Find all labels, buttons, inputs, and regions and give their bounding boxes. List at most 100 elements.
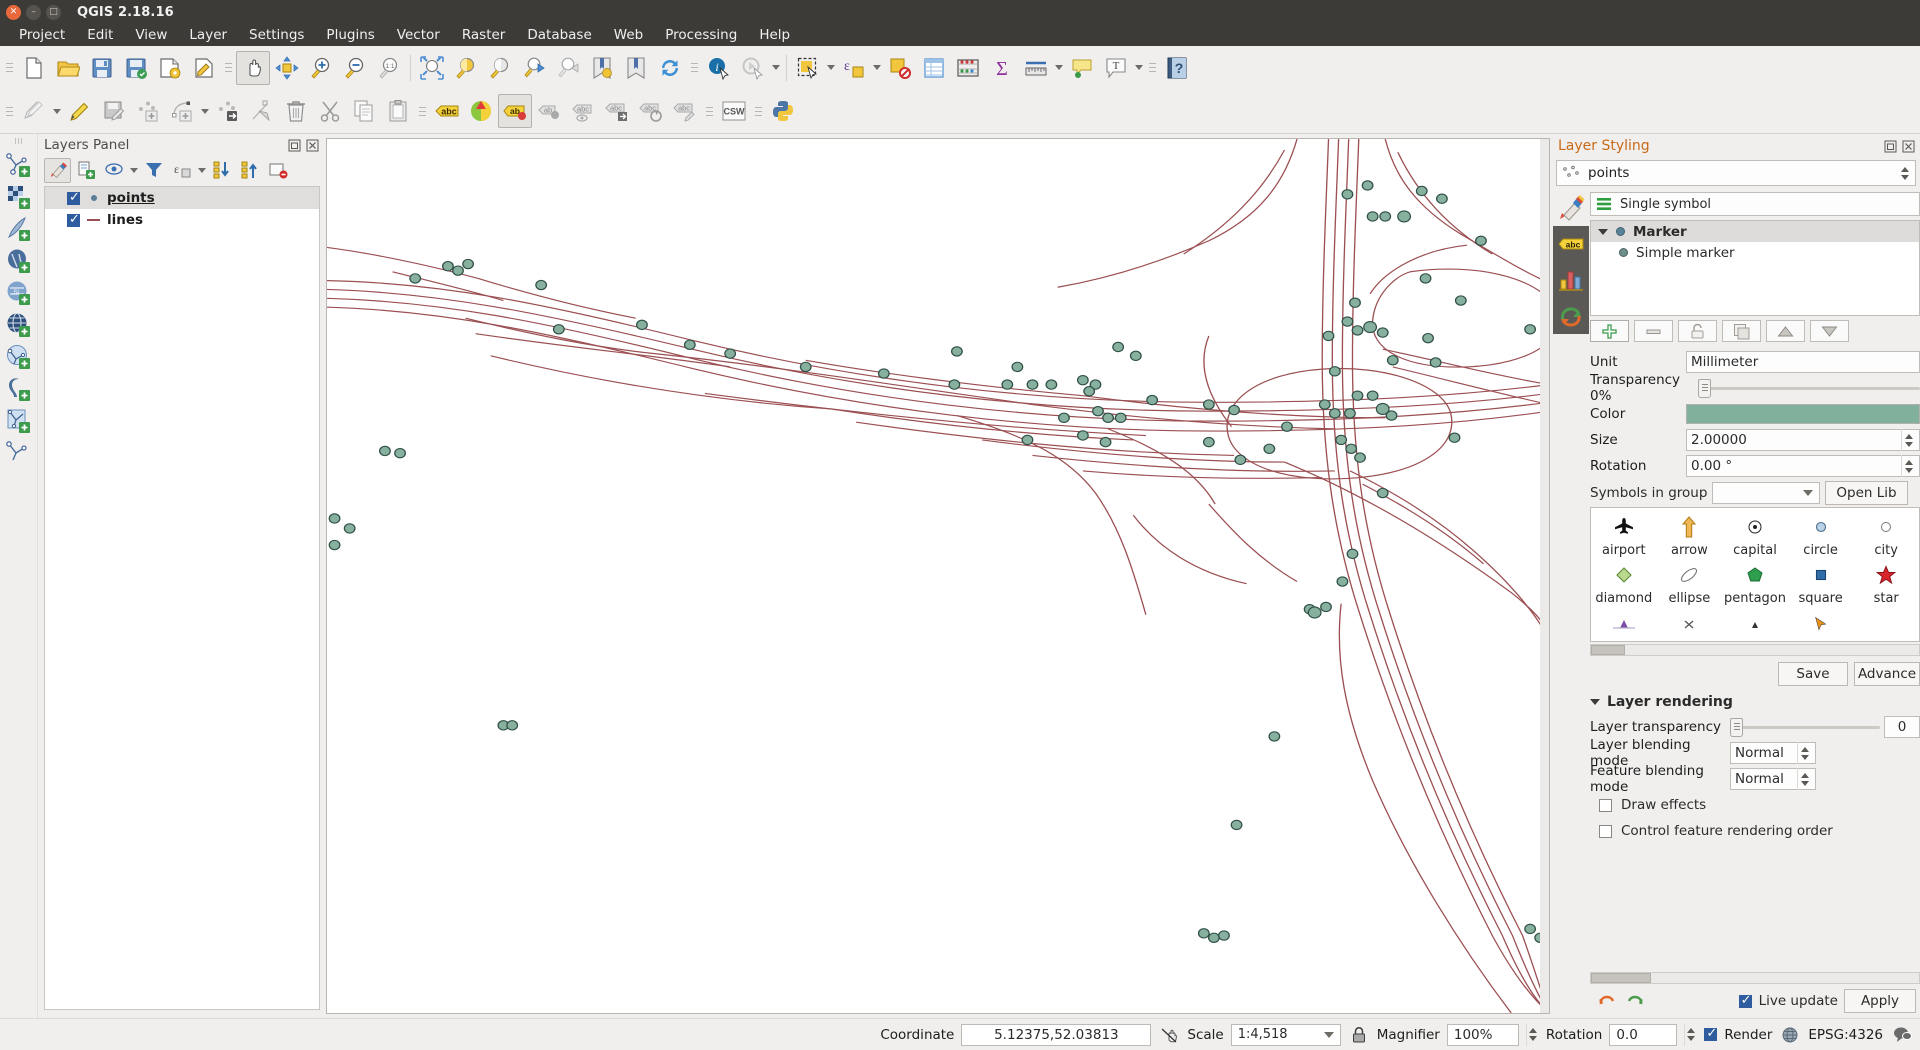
feature-blending-spinner[interactable]: [1797, 768, 1811, 790]
run-feature-action-icon[interactable]: [736, 51, 770, 85]
undock-icon[interactable]: [287, 138, 302, 153]
rotation-input[interactable]: 0.00 °: [1686, 455, 1920, 477]
layer-transparency-value-input[interactable]: 0: [1884, 716, 1920, 738]
zoom-last-icon[interactable]: [517, 51, 551, 85]
gallery-item-circle[interactable]: circle: [1788, 514, 1854, 562]
feature-blending-combo[interactable]: Normal: [1730, 768, 1816, 790]
layer-selector-combo[interactable]: points: [1556, 160, 1916, 186]
current-edits-icon[interactable]: [17, 94, 51, 128]
pin-labels-icon[interactable]: ab: [532, 94, 566, 128]
color-swatch[interactable]: [1686, 404, 1920, 424]
gallery-item-ellipse[interactable]: ellipse: [1657, 562, 1723, 610]
chevron-down-icon[interactable]: [825, 51, 837, 85]
select-features-icon[interactable]: [791, 51, 825, 85]
add-group-icon[interactable]: [72, 158, 99, 183]
symbol-gallery[interactable]: airport arrow capital circle city diamon…: [1590, 507, 1920, 642]
new-project-icon[interactable]: [17, 51, 51, 85]
chevron-down-icon[interactable]: [1053, 51, 1065, 85]
lock-scale-icon[interactable]: [1348, 1024, 1370, 1046]
control-rendering-order-checkbox[interactable]: [1599, 824, 1612, 838]
crs-globe-icon[interactable]: [1779, 1024, 1801, 1046]
add-symbol-layer-button[interactable]: [1590, 320, 1629, 342]
gallery-item-airport[interactable]: airport: [1591, 514, 1657, 562]
close-icon[interactable]: [305, 138, 320, 153]
gallery-item-partial-1[interactable]: [1591, 611, 1657, 641]
menu-processing[interactable]: Processing: [654, 25, 748, 45]
close-icon[interactable]: ✕: [6, 4, 21, 20]
chevron-down-icon[interactable]: [1598, 228, 1608, 235]
layer-transparency-slider[interactable]: [1730, 716, 1880, 738]
gallery-item-star[interactable]: star: [1853, 562, 1919, 610]
move-label-icon[interactable]: abc: [600, 94, 634, 128]
unit-combo[interactable]: Millimeter: [1686, 351, 1920, 373]
layer-tree-item-lines[interactable]: lines: [45, 209, 319, 231]
map-scrollbar[interactable]: [1540, 139, 1549, 1013]
zoom-native-icon[interactable]: 1:1: [372, 51, 406, 85]
delete-selected-icon[interactable]: [279, 94, 313, 128]
gallery-item-arrow[interactable]: arrow: [1657, 514, 1723, 562]
save-button[interactable]: Save: [1778, 662, 1848, 686]
open-library-button[interactable]: Open Lib: [1825, 481, 1908, 505]
menu-plugins[interactable]: Plugins: [315, 25, 385, 45]
layer-rendering-section-header[interactable]: Layer rendering: [1590, 694, 1920, 710]
toggle-extents-icon[interactable]: [1158, 1024, 1180, 1046]
draw-effects-checkbox[interactable]: [1599, 798, 1612, 812]
composer-manager-icon[interactable]: [187, 51, 221, 85]
select-by-expression-icon[interactable]: ε: [837, 51, 871, 85]
help-contents-icon[interactable]: ?: [1160, 51, 1194, 85]
draw-effects-row[interactable]: Draw effects: [1590, 792, 1920, 818]
gallery-item-diamond[interactable]: diamond: [1591, 562, 1657, 610]
python-console-icon[interactable]: [766, 94, 800, 128]
zoom-out-icon[interactable]: [338, 51, 372, 85]
gallery-item-square[interactable]: square: [1788, 562, 1854, 610]
paste-features-icon[interactable]: [381, 94, 415, 128]
chevron-down-icon[interactable]: [1797, 483, 1819, 503]
layer-tree-item-points[interactable]: points: [45, 187, 319, 209]
toolbar-grip[interactable]: [754, 98, 763, 124]
add-line-feature-icon[interactable]: [165, 94, 199, 128]
identify-features-icon[interactable]: i: [702, 51, 736, 85]
pan-to-selection-icon[interactable]: [270, 51, 304, 85]
control-rendering-order-row[interactable]: Control feature rendering order: [1590, 818, 1920, 844]
chevron-down-icon[interactable]: [1590, 699, 1600, 705]
coordinate-input[interactable]: 5.12375,52.03813: [961, 1023, 1152, 1046]
map-canvas[interactable]: [326, 138, 1550, 1014]
maximize-icon[interactable]: □: [46, 4, 61, 20]
transparency-slider[interactable]: [1698, 377, 1920, 399]
diagram-tab[interactable]: [1553, 262, 1589, 298]
measure-line-icon[interactable]: [1019, 51, 1053, 85]
add-point-feature-icon[interactable]: [131, 94, 165, 128]
chevron-down-icon[interactable]: [51, 94, 63, 128]
map-tips-icon[interactable]: [1065, 51, 1099, 85]
symbology-tab[interactable]: [1553, 190, 1589, 226]
gallery-item-capital[interactable]: capital: [1722, 514, 1788, 562]
layer-blending-spinner[interactable]: [1797, 742, 1811, 764]
rotation-stepper[interactable]: [1901, 455, 1915, 477]
copy-features-icon[interactable]: [347, 94, 381, 128]
gallery-item-partial-5[interactable]: [1853, 611, 1919, 641]
gallery-horizontal-scrollbar[interactable]: [1590, 644, 1920, 656]
gallery-item-partial-2[interactable]: [1657, 611, 1723, 641]
move-down-button[interactable]: [1810, 320, 1849, 342]
chevron-down-icon[interactable]: [1133, 51, 1145, 85]
rotation-stepper[interactable]: [1684, 1023, 1697, 1046]
scale-combo[interactable]: 1:4,518: [1230, 1023, 1341, 1046]
add-vector-layer-icon[interactable]: [3, 150, 35, 180]
toolbar-grip[interactable]: [1148, 55, 1157, 81]
history-tab[interactable]: [1553, 298, 1589, 334]
live-update-checkbox[interactable]: [1738, 993, 1752, 1008]
gallery-item-partial-3[interactable]: [1722, 611, 1788, 641]
magnifier-stepper[interactable]: [1525, 1023, 1539, 1046]
chevron-down-icon[interactable]: [770, 51, 782, 85]
add-postgis-layer-icon[interactable]: [3, 246, 35, 276]
size-input[interactable]: 2.00000: [1686, 429, 1920, 451]
advanced-button[interactable]: Advance: [1854, 662, 1920, 686]
menu-help[interactable]: Help: [748, 25, 801, 45]
undo-icon[interactable]: [1594, 989, 1618, 1013]
manage-map-themes-icon[interactable]: [100, 158, 127, 183]
toolbar-grip[interactable]: [224, 55, 233, 81]
symbols-in-group-combo[interactable]: [1712, 482, 1821, 504]
chevron-down-icon[interactable]: [128, 158, 139, 183]
layer-selector-spinner[interactable]: [1898, 162, 1912, 184]
size-stepper[interactable]: [1901, 429, 1915, 451]
